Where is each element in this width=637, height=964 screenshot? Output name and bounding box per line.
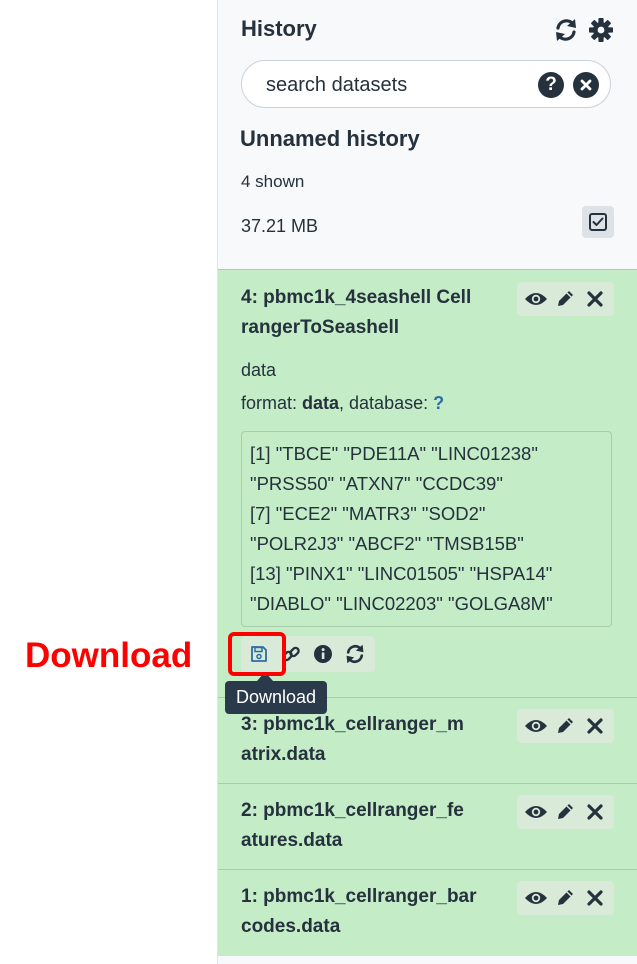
download-tooltip: Download bbox=[225, 681, 328, 714]
shown-count: 4 shown bbox=[241, 172, 305, 191]
dataset-actions bbox=[517, 709, 614, 743]
eye-icon[interactable] bbox=[524, 886, 548, 910]
search-box: ? bbox=[241, 60, 611, 109]
dataset-actions bbox=[517, 881, 614, 915]
eye-icon[interactable] bbox=[524, 287, 548, 311]
refresh-icon[interactable] bbox=[553, 17, 579, 43]
eye-icon[interactable] bbox=[524, 800, 548, 824]
dataset-title[interactable]: 2: pbmc1k_cellranger_fe atures.data bbox=[241, 796, 464, 856]
refresh-icon[interactable] bbox=[343, 642, 367, 666]
dataset-item: 1: pbmc1k_cellranger_bar codes.data bbox=[218, 869, 637, 956]
checkbox-icon bbox=[589, 213, 607, 231]
dataset-format: format: data, database: ? bbox=[241, 393, 445, 413]
dataset-item: 4: pbmc1k_4seashell Cell rangerToSeashel… bbox=[218, 269, 637, 698]
pencil-icon[interactable] bbox=[553, 287, 577, 311]
close-circle-icon[interactable] bbox=[573, 72, 599, 98]
gear-icon[interactable] bbox=[588, 17, 614, 43]
dataset-title[interactable]: 4: pbmc1k_4seashell Cell rangerToSeashel… bbox=[241, 283, 471, 343]
link-icon[interactable] bbox=[279, 642, 303, 666]
history-name[interactable]: Unnamed history bbox=[240, 126, 420, 152]
search-input[interactable] bbox=[242, 61, 558, 109]
panel-title: History bbox=[241, 16, 317, 41]
dataset-actions bbox=[517, 795, 614, 829]
tooltip-arrow bbox=[257, 672, 273, 681]
close-icon[interactable] bbox=[583, 886, 607, 910]
pencil-icon[interactable] bbox=[553, 714, 577, 738]
dataset-title[interactable]: 3: pbmc1k_cellranger_m atrix.data bbox=[241, 710, 464, 770]
eye-icon[interactable] bbox=[524, 714, 548, 738]
select-items-button[interactable] bbox=[582, 206, 614, 238]
close-icon[interactable] bbox=[583, 800, 607, 824]
dataset-title[interactable]: 1: pbmc1k_cellranger_bar codes.data bbox=[241, 882, 477, 942]
dataset-info: data bbox=[241, 360, 277, 380]
dataset-item: 2: pbmc1k_cellranger_fe atures.data bbox=[218, 783, 637, 870]
dataset-bottom-actions bbox=[241, 636, 375, 672]
history-size[interactable]: 37.21 MB bbox=[241, 216, 318, 237]
pencil-icon[interactable] bbox=[553, 886, 577, 910]
close-icon[interactable] bbox=[583, 714, 607, 738]
info-icon[interactable] bbox=[311, 642, 335, 666]
close-icon[interactable] bbox=[583, 287, 607, 311]
pencil-icon[interactable] bbox=[553, 800, 577, 824]
floppy-disk-icon[interactable] bbox=[247, 642, 271, 666]
dataset-peek: [1] "TBCE" "PDE11A" "LINC01238" "PRSS50"… bbox=[241, 431, 612, 627]
database-link[interactable]: ? bbox=[433, 393, 444, 413]
question-icon[interactable]: ? bbox=[538, 72, 564, 98]
dataset-actions bbox=[517, 282, 614, 316]
download-annotation-label: Download bbox=[25, 636, 193, 675]
history-panel: History ? bbox=[217, 0, 637, 964]
